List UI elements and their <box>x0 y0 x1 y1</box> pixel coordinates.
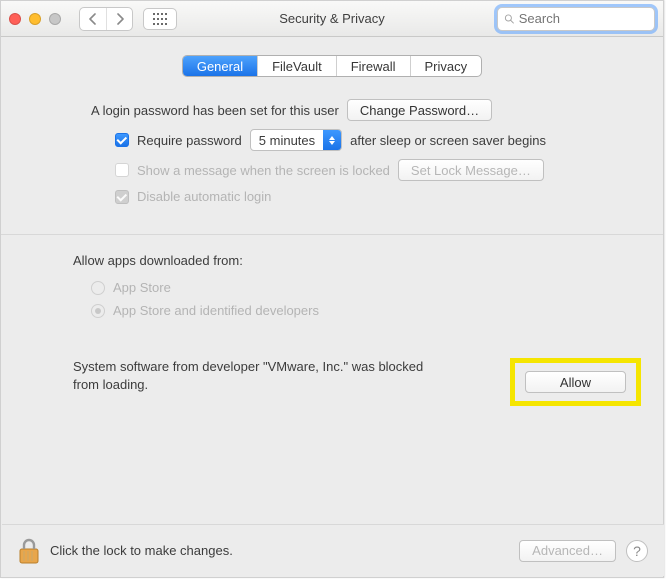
search-field[interactable] <box>497 7 655 31</box>
search-input[interactable] <box>519 11 648 26</box>
divider <box>1 234 663 235</box>
after-sleep-label: after sleep or screen saver begins <box>350 133 546 148</box>
gatekeeper-heading: Allow apps downloaded from: <box>73 253 631 268</box>
require-password-label: Require password <box>137 133 242 148</box>
advanced-button: Advanced… <box>519 540 616 562</box>
chevron-up-down-icon <box>323 130 341 150</box>
lock-icon[interactable] <box>18 538 40 564</box>
login-password-label: A login password has been set for this u… <box>91 103 339 118</box>
footer: Click the lock to make changes. Advanced… <box>2 524 664 576</box>
radio-app-store-label: App Store <box>113 280 171 295</box>
tab-row: General FileVault Firewall Privacy <box>23 55 641 77</box>
tab-privacy[interactable]: Privacy <box>410 56 482 76</box>
require-password-delay-value: 5 minutes <box>251 133 323 148</box>
disable-auto-login-label: Disable automatic login <box>137 189 271 204</box>
blocked-kext-row: System software from developer "VMware, … <box>23 358 641 406</box>
radio-identified-developers <box>91 304 105 318</box>
forward-button[interactable] <box>106 8 132 30</box>
allow-button[interactable]: Allow <box>525 371 626 393</box>
blocked-kext-message: System software from developer "VMware, … <box>73 358 433 393</box>
change-password-button[interactable]: Change Password… <box>347 99 492 121</box>
zoom-icon <box>49 13 61 25</box>
minimize-icon[interactable] <box>29 13 41 25</box>
tab-general[interactable]: General <box>183 56 257 76</box>
tab-segmented: General FileVault Firewall Privacy <box>182 55 482 77</box>
search-icon <box>504 13 515 25</box>
radio-identified-developers-label: App Store and identified developers <box>113 303 319 318</box>
gatekeeper-section: Allow apps downloaded from: App Store Ap… <box>23 253 641 318</box>
require-password-checkbox[interactable] <box>115 133 129 147</box>
show-all-button[interactable] <box>143 8 177 30</box>
content: General FileVault Firewall Privacy A log… <box>1 37 663 406</box>
tab-firewall[interactable]: Firewall <box>336 56 410 76</box>
close-icon[interactable] <box>9 13 21 25</box>
allow-highlight: Allow <box>510 358 641 406</box>
radio-app-store <box>91 281 105 295</box>
show-lock-message-checkbox <box>115 163 129 177</box>
lock-text: Click the lock to make changes. <box>50 543 233 558</box>
tab-filevault[interactable]: FileVault <box>257 56 336 76</box>
preferences-window: Security & Privacy General FileVault Fir… <box>0 0 664 578</box>
login-section: A login password has been set for this u… <box>23 99 641 220</box>
back-button[interactable] <box>80 8 106 30</box>
disable-auto-login-checkbox <box>115 190 129 204</box>
set-lock-message-button: Set Lock Message… <box>398 159 544 181</box>
nav-back-forward <box>79 7 133 31</box>
window-controls <box>9 13 61 25</box>
require-password-delay-popup[interactable]: 5 minutes <box>250 129 342 151</box>
help-button[interactable]: ? <box>626 540 648 562</box>
show-lock-message-label: Show a message when the screen is locked <box>137 163 390 178</box>
titlebar: Security & Privacy <box>1 1 663 37</box>
